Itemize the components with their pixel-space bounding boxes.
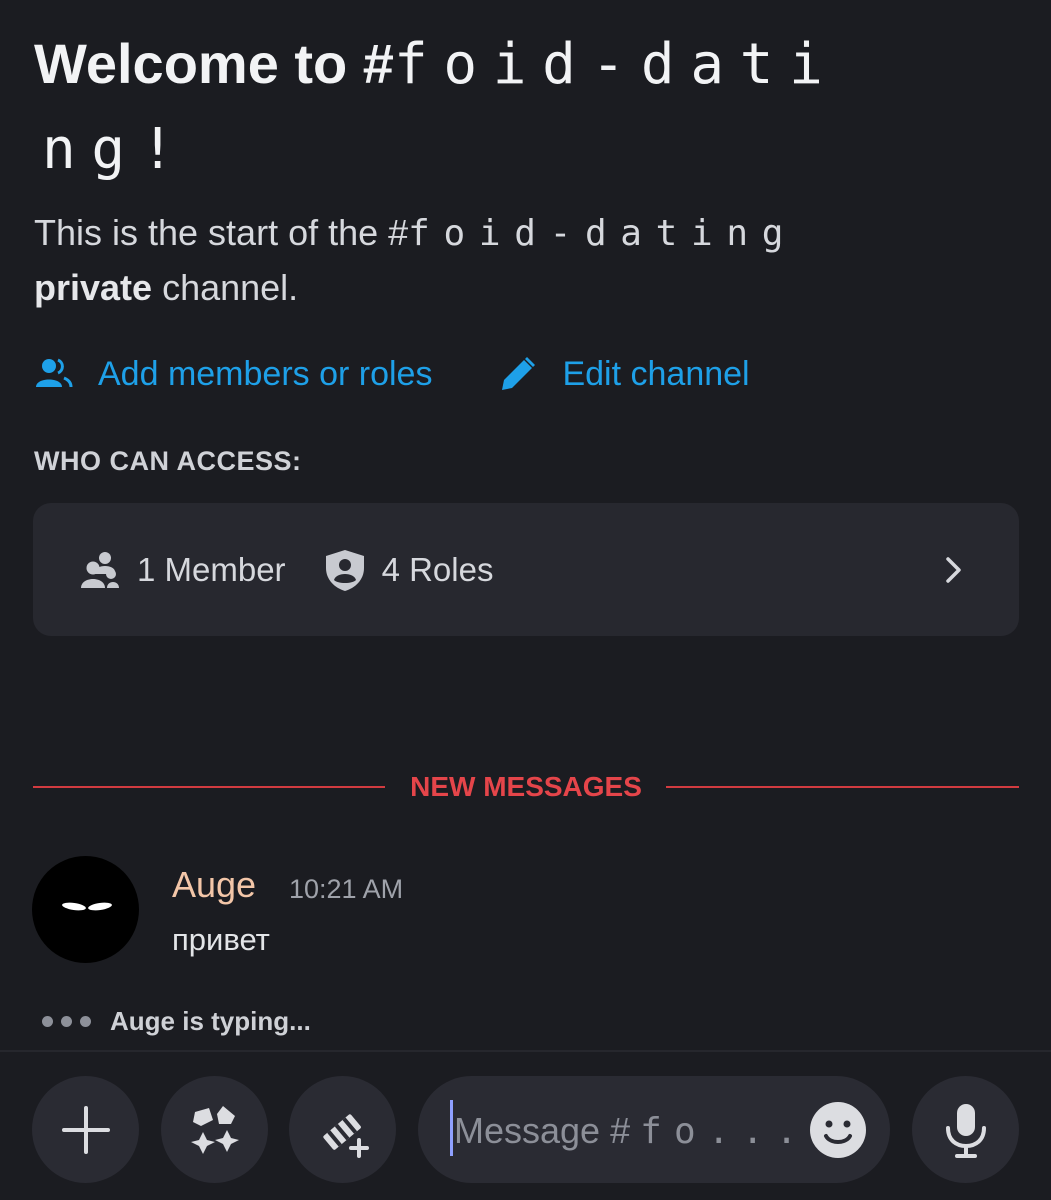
apps-icon bbox=[190, 1105, 239, 1154]
subtitle-channel-name: foid-dating bbox=[408, 213, 798, 254]
access-heading: WHO CAN ACCESS: bbox=[34, 446, 302, 476]
welcome-title-prefix: Welcome to # bbox=[34, 32, 394, 95]
typing-label: Auge is typing... bbox=[110, 1006, 311, 1036]
microphone-icon bbox=[945, 1103, 986, 1158]
roles-count: 4 Roles bbox=[322, 548, 494, 592]
emoji-icon[interactable] bbox=[808, 1100, 868, 1160]
add-members-button[interactable]: Add members or roles bbox=[34, 355, 432, 394]
typing-dot bbox=[80, 1016, 91, 1027]
chevron-right-icon bbox=[946, 556, 961, 583]
members-icon bbox=[81, 551, 119, 588]
divider-line-right bbox=[666, 786, 1019, 788]
avatar-eye-right bbox=[87, 901, 113, 912]
subtitle-prefix: This is the start of the # bbox=[34, 212, 409, 253]
pencil-icon bbox=[502, 357, 536, 390]
attach-button[interactable] bbox=[32, 1076, 139, 1183]
subtitle-private: private bbox=[34, 267, 153, 308]
message-author[interactable]: Auge bbox=[172, 864, 256, 906]
placeholder-prefix: Message # bbox=[454, 1110, 631, 1151]
placeholder-channel: fo... bbox=[640, 1111, 810, 1152]
avatar[interactable] bbox=[32, 856, 139, 963]
roles-label: 4 Roles bbox=[381, 550, 494, 588]
welcome-channel-name: foid-dati bbox=[393, 32, 839, 97]
channel-actions: Add members or roles Edit channel bbox=[34, 350, 750, 398]
welcome-subtitle: This is the start of the #foid-dating pr… bbox=[34, 206, 1024, 315]
members-count: 1 Member bbox=[77, 550, 286, 590]
voice-message-button[interactable] bbox=[912, 1076, 1019, 1183]
message-text: привет bbox=[172, 922, 270, 957]
add-members-icon bbox=[36, 358, 73, 388]
access-card[interactable]: 1 Member 4 Roles bbox=[33, 503, 1019, 636]
gift-icon bbox=[322, 1113, 369, 1158]
channel-page: Welcome to #foid-dati ng! This is the st… bbox=[0, 0, 1051, 1200]
welcome-channel-name-wrap: ng! bbox=[42, 117, 191, 182]
message-timestamp: 10:21 AM bbox=[289, 874, 404, 904]
plus-icon bbox=[61, 1105, 110, 1154]
shield-icon bbox=[325, 549, 364, 591]
members-label: 1 Member bbox=[137, 550, 286, 588]
edit-channel-button[interactable]: Edit channel bbox=[498, 354, 750, 394]
avatar-eye-left bbox=[61, 901, 87, 912]
message-placeholder: Message # fo... bbox=[454, 1110, 810, 1152]
gift-button[interactable] bbox=[289, 1076, 396, 1183]
welcome-title: Welcome to #foid-dati ng! bbox=[34, 22, 1024, 192]
typing-dot bbox=[61, 1016, 72, 1027]
edit-channel-label: Edit channel bbox=[562, 354, 750, 393]
new-messages-divider: NEW MESSAGES bbox=[33, 768, 1019, 806]
apps-button[interactable] bbox=[161, 1076, 268, 1183]
composer-divider bbox=[0, 1050, 1051, 1052]
typing-indicator: Auge is typing... bbox=[42, 1006, 311, 1037]
text-caret bbox=[450, 1100, 453, 1156]
typing-dot bbox=[42, 1016, 53, 1027]
add-members-label: Add members or roles bbox=[98, 354, 433, 393]
subtitle-suffix: channel. bbox=[152, 267, 299, 308]
